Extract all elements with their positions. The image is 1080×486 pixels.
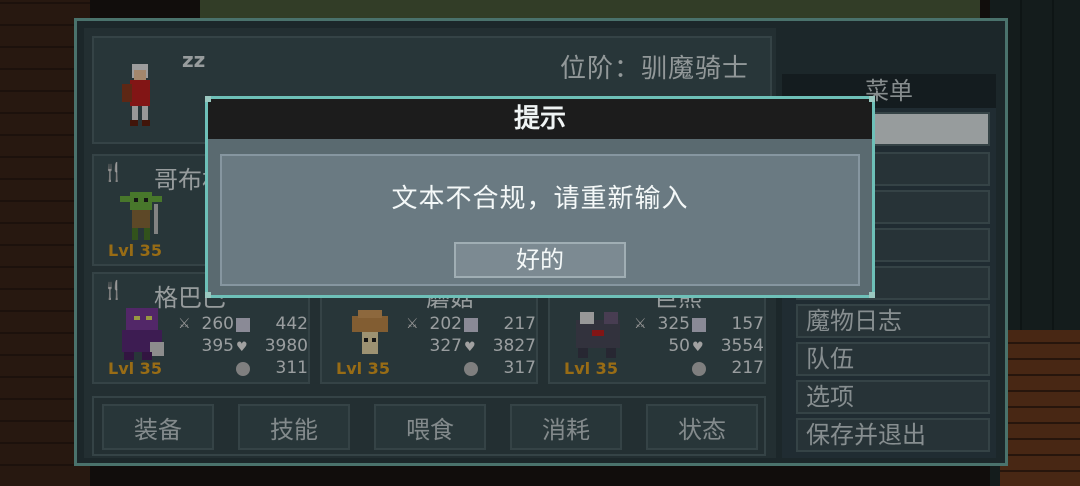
dialog-corner [205,292,211,298]
dialog-message: 文本不合规，请重新输入 [391,184,689,214]
dialog-corner [869,96,875,102]
ok-button[interactable]: 好的 [454,242,626,278]
dialog-corner [869,292,875,298]
dialog-title: 提示 [208,99,872,139]
dialog-corner [205,96,211,102]
